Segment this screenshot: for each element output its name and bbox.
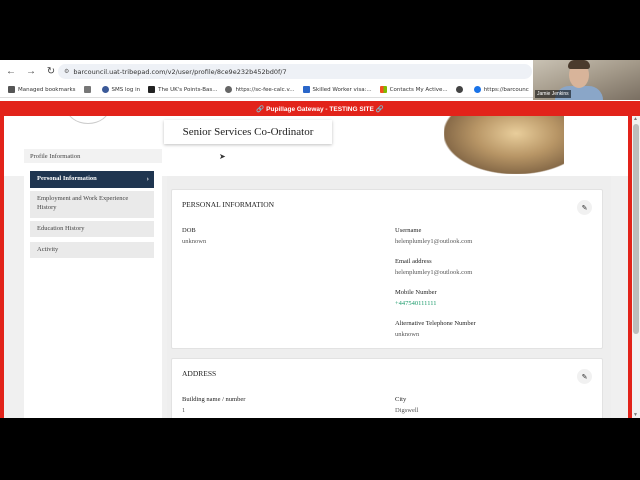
github-icon [455,86,463,93]
sidebar-item-employment-history[interactable]: Employment and Work Experience History [30,191,154,218]
email-value: helenplumley1@outlook.com [395,269,473,276]
building-label: Building name / number [182,396,246,403]
bookmark-barcouncil[interactable]: https://barcounc [473,86,529,93]
scroll-down-icon[interactable]: ▼ [633,412,638,418]
alt-phone-label: Alternative Telephone Number [395,320,476,327]
bookmark-managed[interactable]: Managed bookmarks [8,86,76,93]
webcam-name: Jamie Jenkins [535,90,571,98]
sidebar-item-label: Personal Information [37,175,97,182]
profile-main: PERSONAL INFORMATION ✎ DOB unknown Usern… [167,176,611,418]
job-title: Senior Services Co-Ordinator [164,120,332,144]
url-field[interactable]: ⚙ barcouncil.uat-tribepad.com/v2/user/pr… [58,64,532,79]
sidebar-item-education-history[interactable]: Education History [30,221,154,237]
bookmark-label: The UK's Points-Bas... [158,86,218,93]
scales-of-justice-image [444,116,564,174]
profile-sidebar: Profile Information Personal Information… [24,146,162,418]
sidebar-section-title: Profile Information [24,149,162,163]
bookmark-label: https://barcounc [483,86,529,93]
pencil-icon: ✎ [581,204,588,212]
bookmark-fee-calc[interactable]: https://sc-fee-calc.v... [225,86,295,93]
scroll-thumb[interactable] [633,124,639,334]
bookmark-contacts[interactable]: Contacts My Active... [379,86,448,93]
card-title: PERSONAL INFORMATION [182,200,275,209]
bookmark-label: SMS log in [111,86,141,93]
bookmark-apps[interactable] [83,86,94,93]
bookmark-label: Managed bookmarks [18,86,76,93]
mobile-value-link[interactable]: +447540111111 [395,300,436,307]
globe-icon [101,86,109,93]
page-scrollbar[interactable]: ▲ ▼ [632,116,640,418]
apps-grid-icon [83,86,91,93]
url-text: barcouncil.uat-tribepad.com/v2/user/prof… [73,67,287,76]
bookmark-github[interactable] [455,86,466,93]
sidebar-item-personal-information[interactable]: Personal Information › [30,171,154,188]
city-value: Digswell [395,407,419,414]
sidebar-item-label: Education History [37,225,85,232]
screen: ← → ↻ ⚙ barcouncil.uat-tribepad.com/v2/u… [0,60,640,418]
page-icon [302,86,310,93]
webcam-overlay: Jamie Jenkins [533,60,640,100]
bookmark-skilled-worker[interactable]: Skilled Worker visa:... [302,86,372,93]
pencil-icon: ✎ [581,373,588,381]
building-value: 1 [182,407,186,414]
microsoft-icon [379,86,387,93]
webcam-person-hair [568,60,590,69]
bookmark-sms[interactable]: SMS log in [101,86,141,93]
sidebar-item-activity[interactable]: Activity [30,242,154,258]
globe-icon [225,86,233,93]
username-value: helenplumley1@outlook.com [395,238,473,245]
address-card: ADDRESS ✎ Building name / number 1 City … [171,358,603,418]
folder-icon [8,86,15,93]
avatar [66,116,110,124]
scroll-up-icon[interactable]: ▲ [633,116,638,122]
personal-information-card: PERSONAL INFORMATION ✎ DOB unknown Usern… [171,189,603,349]
page-content: Senior Services Co-Ordinator ➤ Profile I… [4,116,628,418]
alt-phone-value: unknown [395,331,420,338]
mouse-cursor-icon: ➤ [219,152,226,161]
city-label: City [395,396,407,403]
bookmark-label: Skilled Worker visa:... [312,86,372,93]
dob-label: DOB [182,227,196,234]
gov-uk-icon [148,86,156,93]
bookmark-label: Contacts My Active... [389,86,448,93]
chevron-right-icon: › [146,175,149,183]
mobile-label: Mobile Number [395,289,437,296]
dob-value: unknown [182,238,207,245]
back-icon[interactable]: ← [2,62,20,80]
edit-personal-button[interactable]: ✎ [577,200,592,215]
card-title: ADDRESS [182,369,217,378]
username-label: Username [395,227,422,234]
globe-icon [473,86,481,93]
bookmark-points-based[interactable]: The UK's Points-Bas... [148,86,217,93]
testing-site-banner: 🔗 Pupillage Gateway - TESTING SITE 🔗 [0,101,640,116]
bookmark-label: https://sc-fee-calc.v... [235,86,295,93]
email-label: Email address [395,258,432,265]
edit-address-button[interactable]: ✎ [577,369,592,384]
sidebar-item-label: Employment and Work Experience History [37,195,129,212]
forward-icon[interactable]: → [22,62,40,80]
sidebar-item-label: Activity [37,246,59,253]
site-info-icon[interactable]: ⚙ [64,68,69,75]
page-frame: Senior Services Co-Ordinator ➤ Profile I… [0,116,632,418]
